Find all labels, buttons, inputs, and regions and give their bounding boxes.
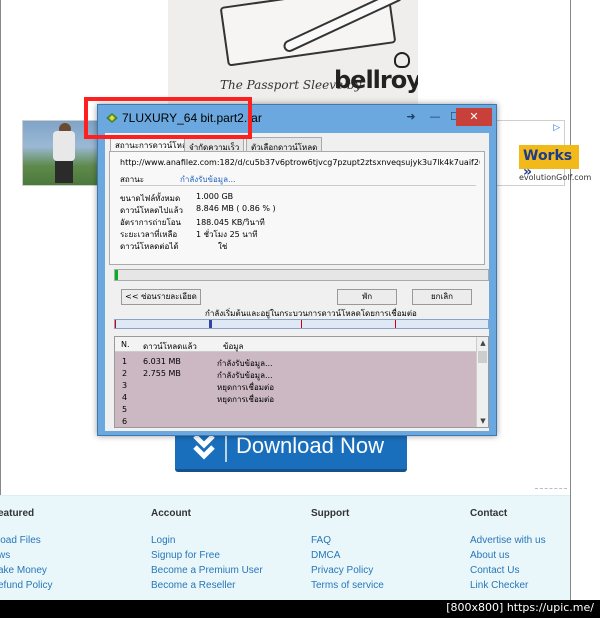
table-row[interactable]: 2 2.755 MB กำลังรับข้อมูล... bbox=[115, 366, 478, 380]
footer-link[interactable]: Link Checker bbox=[470, 578, 546, 593]
transfer-rate-label: อัตราการถ่ายโอน bbox=[120, 218, 182, 227]
footer-link[interactable]: DMCA bbox=[311, 548, 384, 563]
golf-ad-subtext: evolutionGolf.com bbox=[519, 173, 592, 182]
resume-value: ใช่ bbox=[218, 242, 228, 251]
ad-choices-icon[interactable]: ▷ bbox=[553, 123, 560, 133]
table-row[interactable]: 1 6.031 MB กำลังรับข้อมูล... bbox=[115, 354, 478, 368]
footer-link[interactable]: Become a Premium User bbox=[151, 563, 263, 578]
resume-label: ดาวน์โหลดต่อได้ bbox=[120, 242, 179, 251]
close-icon[interactable]: ✕ bbox=[456, 108, 492, 126]
download-url: http://www.anafilez.com:182/d/cu5b37v6pt… bbox=[120, 158, 480, 167]
footer-link[interactable]: Privacy Policy bbox=[311, 563, 384, 578]
footer-col-featured: eatured load Files ws ake Money efund Po… bbox=[0, 508, 52, 593]
row-number: 1 bbox=[122, 357, 128, 366]
passport-sleeve-ad[interactable]: The Passport Sleeve by bellroy bbox=[168, 0, 418, 108]
footer-col-account: Account Login Signup for Free Become a P… bbox=[151, 508, 263, 593]
footer-link[interactable]: Advertise with us bbox=[470, 533, 546, 548]
table-row[interactable]: 3 หยุดการเชื่อมต่อ bbox=[115, 378, 478, 392]
table-header: N. ดาวน์โหลดแล้ว ข้อมูล bbox=[115, 337, 488, 352]
golfer-image bbox=[23, 121, 99, 185]
frame-right-line bbox=[570, 0, 571, 600]
table-row[interactable]: 6 bbox=[115, 414, 478, 426]
row-downloaded: 2.755 MB bbox=[143, 369, 181, 378]
footer-link[interactable]: load Files bbox=[0, 533, 52, 548]
table-scrollbar[interactable]: ▲ ▼ bbox=[476, 337, 488, 427]
idm-app-icon bbox=[106, 113, 118, 123]
footer-link[interactable]: FAQ bbox=[311, 533, 384, 548]
golfer-body bbox=[53, 131, 75, 161]
download-progress-dialog[interactable]: 7LUXURY_64 bit.part2.rar ➜ — ☐ ✕ สถานะกา… bbox=[97, 104, 497, 436]
segment-marker bbox=[115, 320, 116, 328]
cancel-button[interactable]: ยกเลิก bbox=[412, 289, 472, 305]
col-info: ข้อมูล bbox=[223, 342, 244, 351]
row-number: 6 bbox=[122, 417, 128, 426]
minimize-icon[interactable]: — bbox=[426, 109, 444, 125]
minimize-to-tray-icon[interactable]: ➜ bbox=[402, 109, 420, 125]
row-number: 4 bbox=[122, 393, 128, 402]
status-label: สถานะ bbox=[120, 175, 144, 184]
file-size-label: ขนาดไฟล์ทั้งหมด bbox=[120, 194, 181, 203]
segment-position bbox=[209, 320, 212, 328]
scroll-down-icon[interactable]: ▼ bbox=[477, 415, 488, 427]
table-row[interactable]: 5 bbox=[115, 402, 478, 414]
row-downloaded: 6.031 MB bbox=[143, 357, 181, 366]
footer-col-title: Support bbox=[311, 508, 350, 519]
footer-link[interactable]: ake Money bbox=[0, 563, 52, 578]
segment-marker bbox=[395, 320, 396, 328]
dialog-client-area: สถานะการดาวน์โหลด จำกัดความเร็ว ตัวเลือก… bbox=[105, 133, 489, 431]
col-number: N. bbox=[121, 340, 130, 349]
button-divider bbox=[225, 436, 227, 462]
footer-hint-line bbox=[535, 488, 567, 494]
footer-link[interactable]: Signup for Free bbox=[151, 548, 263, 563]
scroll-up-icon[interactable]: ▲ bbox=[477, 337, 488, 349]
downloaded-value: 8.846 MB ( 0.86 % ) bbox=[196, 204, 276, 213]
download-progress-bar bbox=[114, 269, 489, 281]
footer-col-support: Support FAQ DMCA Privacy Policy Terms of… bbox=[311, 508, 384, 593]
file-size-value: 1.000 GB bbox=[196, 192, 234, 201]
owl-logo-icon bbox=[394, 52, 410, 68]
page: The Passport Sleeve by bellroy Works » e… bbox=[0, 0, 600, 618]
connections-table: N. ดาวน์โหลดแล้ว ข้อมูล 1 6.031 MB กำลัง… bbox=[114, 336, 489, 428]
golfer-legs bbox=[55, 161, 73, 183]
progress-fill bbox=[115, 270, 119, 280]
footer-col-title: Account bbox=[151, 508, 191, 519]
resume-row: ดาวน์โหลดต่อได้ ใช่ bbox=[120, 240, 227, 253]
site-footer: eatured load Files ws ake Money efund Po… bbox=[0, 495, 570, 600]
ad-brand: bellroy bbox=[334, 66, 418, 94]
footer-col-title: eatured bbox=[0, 508, 35, 519]
row-number: 3 bbox=[122, 381, 128, 390]
footer-link[interactable]: About us bbox=[470, 548, 546, 563]
footer-col-title: Contact bbox=[470, 508, 508, 519]
hide-details-button[interactable]: << ซ่อนรายละเอียด bbox=[121, 289, 201, 305]
downloaded-label: ดาวน์โหลดไปแล้ว bbox=[120, 206, 183, 215]
status-panel: http://www.anafilez.com:182/d/cu5b37v6pt… bbox=[109, 151, 485, 265]
footer-link[interactable]: ws bbox=[0, 548, 52, 563]
pause-button[interactable]: พัก bbox=[337, 289, 397, 305]
footer-link[interactable]: efund Policy bbox=[0, 578, 52, 593]
dialog-titlebar[interactable]: 7LUXURY_64 bit.part2.rar ➜ — ☐ ✕ bbox=[98, 105, 496, 133]
segment-progress-bar bbox=[114, 319, 489, 329]
scroll-thumb[interactable] bbox=[478, 351, 487, 363]
segment-marker bbox=[301, 320, 302, 328]
time-left-label: ระยะเวลาที่เหลือ bbox=[120, 230, 178, 239]
dialog-title: 7LUXURY_64 bit.part2.rar bbox=[122, 111, 262, 125]
footer-link[interactable]: Login bbox=[151, 533, 263, 548]
row-number: 2 bbox=[122, 369, 128, 378]
footer-link[interactable]: Terms of service bbox=[311, 578, 384, 593]
panel-separator bbox=[120, 185, 476, 186]
image-caption: [800x800] https://upic.me/ bbox=[446, 601, 594, 614]
download-now-label: Download Now bbox=[236, 433, 384, 458]
row-number: 5 bbox=[122, 405, 128, 414]
table-row[interactable]: 4 หยุดการเชื่อมต่อ bbox=[115, 390, 478, 404]
col-downloaded: ดาวน์โหลดแล้ว bbox=[143, 342, 197, 351]
image-caption-bar: [800x800] https://upic.me/ bbox=[0, 600, 600, 618]
footer-link[interactable]: Become a Reseller bbox=[151, 578, 263, 593]
footer-link[interactable]: Contact Us bbox=[470, 563, 546, 578]
golf-ad-headline: Works » bbox=[519, 145, 579, 180]
footer-col-contact: Contact Advertise with us About us Conta… bbox=[470, 508, 546, 593]
